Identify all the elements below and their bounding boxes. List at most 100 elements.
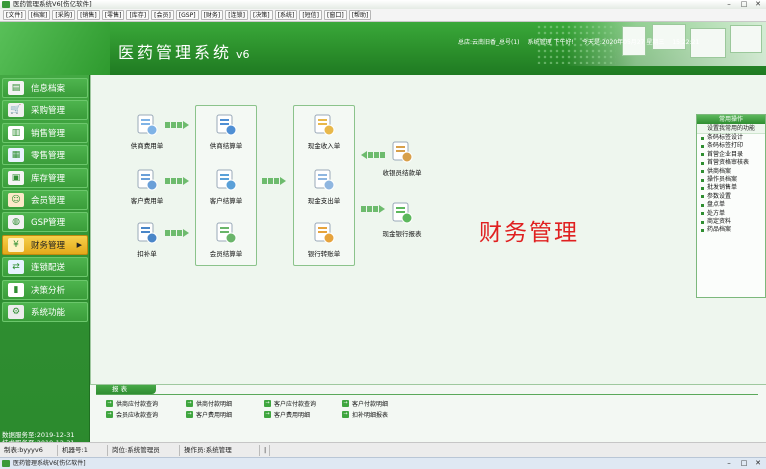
function-label: 收银员结款单 [382, 169, 422, 177]
menu-item-4[interactable]: [零售] [101, 10, 125, 20]
quick-action-item[interactable]: 首营资格审核表 [697, 159, 765, 167]
menu-item-9[interactable]: [连锁] [225, 10, 248, 20]
company-label: 总店:云南旧香_总号(1) [458, 39, 520, 46]
bank-transfer-icon [312, 221, 336, 245]
menu-item-8[interactable]: [财务] [200, 10, 224, 20]
app-title: 医药管理系统 v6 [118, 43, 250, 62]
app-window: 医药管理系统V6[伤亿软件] – □ ✕ [文件] [档案] [采购] [销售] [零售… [0, 0, 766, 469]
menu-item-3[interactable]: [销售] [77, 10, 100, 20]
bullet-icon [701, 195, 704, 199]
report-link[interactable]: → 供商应付款查询 [106, 399, 158, 408]
report-link[interactable]: → 会员应收款查询 [106, 410, 158, 419]
menu-item-7[interactable]: [GSP] [175, 10, 199, 20]
menu-item-12[interactable]: [短信] [299, 10, 323, 20]
function-col1-2[interactable]: 扣补单 [119, 221, 175, 258]
menu-item-11[interactable]: [系统] [274, 10, 298, 20]
function-col3-0[interactable]: 现金收入单 [296, 113, 352, 150]
function-col2-0[interactable]: 供商结算单 [198, 113, 254, 150]
header-status-line: 总店:云南旧香_总号(1) 系统管理 下午好! 今天是:2020年05月27 星… [458, 38, 766, 47]
sidebar-item-0[interactable]: ▤ 信息档案 [2, 78, 88, 98]
menu-item-2[interactable]: [采购] [52, 10, 76, 20]
quick-action-label: 参数设置 [707, 192, 732, 200]
menu-item-5[interactable]: [库存] [126, 10, 150, 20]
menu-item-13[interactable]: [窗口] [324, 10, 347, 20]
menu-item-14[interactable]: [帮助] [348, 10, 372, 20]
sidebar-item-4[interactable]: ▣ 库存管理 [2, 167, 88, 188]
archive-icon: ▤ [8, 81, 24, 95]
taskbar-minimize-button[interactable]: – [722, 458, 736, 469]
quick-action-item[interactable]: 首营企业目录 [697, 151, 765, 159]
quick-action-item[interactable]: 药品档案 [697, 226, 765, 234]
document-icon: ▥ [8, 125, 24, 140]
minimize-button[interactable]: – [722, 0, 736, 9]
sidebar-item-3[interactable]: ▦ 零售管理 [2, 145, 88, 166]
quick-action-item[interactable]: 参数设置 [697, 193, 765, 201]
quick-action-item[interactable]: 供商档案 [697, 168, 765, 176]
sidebar-item-2[interactable]: ▥ 销售管理 [2, 122, 88, 143]
sidebar-item-5[interactable]: ☺ 会员管理 [2, 190, 88, 210]
function-label: 客户费用单 [130, 197, 164, 205]
menu-bar: [文件] [档案] [采购] [销售] [零售] [库存] [会员] [GSP] [财务] [连锁… [0, 9, 766, 22]
gsp-icon: ◍ [8, 215, 24, 230]
report-arrow-icon: → [106, 400, 113, 407]
quick-action-item[interactable]: 处方单 [697, 210, 765, 218]
function-label: 客户结算单 [209, 197, 243, 205]
report-icon [390, 201, 414, 225]
sidebar-item-1[interactable]: 🛒 采购管理 [2, 100, 88, 121]
sidebar-item-label: 连锁配送 [31, 263, 66, 274]
report-link[interactable]: → 客户费用明细 [264, 410, 310, 419]
close-button[interactable]: ✕ [751, 0, 765, 9]
cart-icon: 🛒 [8, 103, 24, 118]
reports-divider [96, 394, 758, 395]
sidebar-item-8[interactable]: ⇄ 连锁配送 [2, 257, 88, 278]
sidebar-item-7[interactable]: ¥ 财务管理 ▶ [2, 234, 88, 255]
sidebar-item-label: 销售管理 [31, 128, 66, 139]
report-link[interactable]: → 客户费用明细 [186, 410, 232, 419]
maximize-button[interactable]: □ [737, 0, 751, 9]
main-panel: 供商费用单客户费用单扣补单 供商结算单客户结算单会员结算单 现金收入单现金支出单… [90, 75, 766, 384]
customer-settle-icon [214, 168, 238, 192]
deduction-icon [135, 221, 159, 245]
report-link-label: 供商应付款查询 [116, 401, 159, 408]
report-link[interactable]: → 扣补明细报表 [342, 410, 388, 419]
function-col1-0[interactable]: 供商费用单 [119, 113, 175, 150]
report-arrow-icon: → [106, 411, 113, 418]
function-label: 扣补单 [137, 250, 157, 258]
quick-action-item[interactable]: 批发销售单 [697, 184, 765, 192]
taskbar-maximize-button[interactable]: □ [737, 458, 751, 469]
function-col2-2[interactable]: 会员结算单 [198, 221, 254, 258]
function-label: 供商结算单 [209, 142, 243, 150]
supplier-fee-icon [135, 113, 159, 137]
report-arrow-icon: → [186, 411, 193, 418]
report-link[interactable]: → 供商付款明细 [186, 399, 232, 408]
data-service-expiry: 数据服务至:2019-12-31 [2, 431, 75, 439]
sidebar-item-9[interactable]: ▮ 决策分析 [2, 279, 88, 300]
sidebar-item-6[interactable]: ◍ GSP管理 [2, 212, 88, 233]
bullet-icon [701, 220, 704, 224]
function-label: 会员结算单 [209, 250, 243, 258]
cash-in-icon [312, 113, 336, 137]
sidebar: ▤ 信息档案 🛒 采购管理 ▥ 销售管理 ▦ 零售管理 ▣ 库存管理 ☺ 会员管理 ◍ GSP管理 ¥ 财务管… [0, 75, 90, 457]
function-label: 现金支出单 [307, 197, 341, 205]
report-link-label: 扣补明细报表 [352, 412, 389, 419]
menu-item-0[interactable]: [文件] [3, 10, 26, 20]
window-title: 医药管理系统V6[伤亿软件] [13, 0, 92, 8]
report-link[interactable]: → 客户付款明细 [342, 399, 388, 408]
function-col1-1[interactable]: 客户费用单 [119, 168, 175, 205]
quick-action-item[interactable]: 盘点单 [697, 201, 765, 209]
function-col3-2[interactable]: 银行转账单 [296, 221, 352, 258]
menu-item-10[interactable]: [决策] [249, 10, 273, 20]
taskbar-title[interactable]: 医药管理系统V6[伤亿软件] [13, 460, 86, 467]
sidebar-item-10[interactable]: ⚙ 系统功能 [2, 302, 88, 322]
quick-action-item[interactable]: 条码标签打印 [697, 142, 765, 150]
report-link[interactable]: → 客户应付款查询 [264, 399, 316, 408]
sidebar-item-label: 库存管理 [31, 173, 66, 184]
menu-item-1[interactable]: [档案] [27, 10, 51, 20]
taskbar-close-button[interactable]: ✕ [751, 458, 765, 469]
flow-arrow [165, 121, 189, 130]
function-col3-1[interactable]: 现金支出单 [296, 168, 352, 205]
quick-actions-settings-link[interactable]: 设置我常用的功能 [697, 124, 765, 134]
menu-item-6[interactable]: [会员] [151, 10, 174, 20]
function-col2-1[interactable]: 客户结算单 [198, 168, 254, 205]
supplier-settle-icon [214, 113, 238, 137]
